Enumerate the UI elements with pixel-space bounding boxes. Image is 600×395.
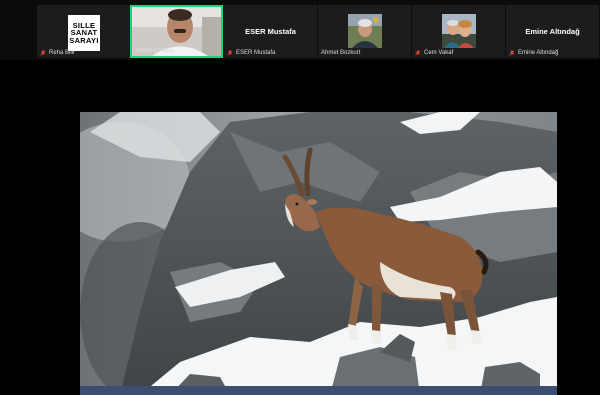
mic-muted-icon	[509, 50, 515, 56]
shared-screen	[80, 112, 557, 395]
participant-tile[interactable]: Cem Vakaf	[412, 5, 505, 58]
participant-tile[interactable]: ESER Mustafa ESER Mustafa	[224, 5, 317, 58]
presentation-bottom-bar	[80, 386, 557, 395]
participant-name-row: Cem Vakaf	[415, 50, 453, 56]
participant-tile[interactable]: SILLE SANAT SARAYI Reha Bilir	[37, 5, 130, 58]
mic-muted-icon	[415, 50, 421, 56]
shared-photo-ibex	[80, 112, 557, 395]
participant-strip: SILLE SANAT SARAYI Reha Bilir Ahmet Kara…	[0, 0, 600, 60]
participant-name: Ahmet Bozkurt	[321, 50, 361, 56]
participant-name-row: Reha Bilir	[40, 50, 75, 56]
participant-name-row: Ahmet Bozkurt	[321, 50, 360, 56]
participant-tile-active[interactable]: Ahmet Karataş	[130, 5, 223, 58]
avatar	[347, 14, 382, 48]
participant-name: Reha Bilir	[49, 50, 76, 56]
participant-name-row: Ahmet Karataş	[135, 48, 175, 54]
participant-display-name: Emine Altındağ	[525, 27, 580, 36]
mic-muted-icon	[227, 50, 233, 56]
participant-name-row: Emine Altındağ	[509, 50, 558, 56]
participant-tile[interactable]: Ahmet Bozkurt	[318, 5, 411, 58]
mic-muted-icon	[40, 50, 46, 56]
participant-display-name: ESER Mustafa	[245, 27, 296, 36]
avatar	[441, 14, 476, 48]
participant-tile[interactable]: Emine Altındağ Emine Altındağ	[506, 5, 599, 58]
participant-name-row: ESER Mustafa	[227, 50, 275, 56]
sille-sanat-sarayi-logo: SILLE SANAT SARAYI	[68, 15, 100, 51]
participant-name: Cem Vakaf	[424, 50, 454, 56]
participant-name: Emine Altındağ	[518, 50, 559, 56]
participant-name: Ahmet Karataş	[135, 48, 175, 54]
participant-name: ESER Mustafa	[236, 50, 276, 56]
